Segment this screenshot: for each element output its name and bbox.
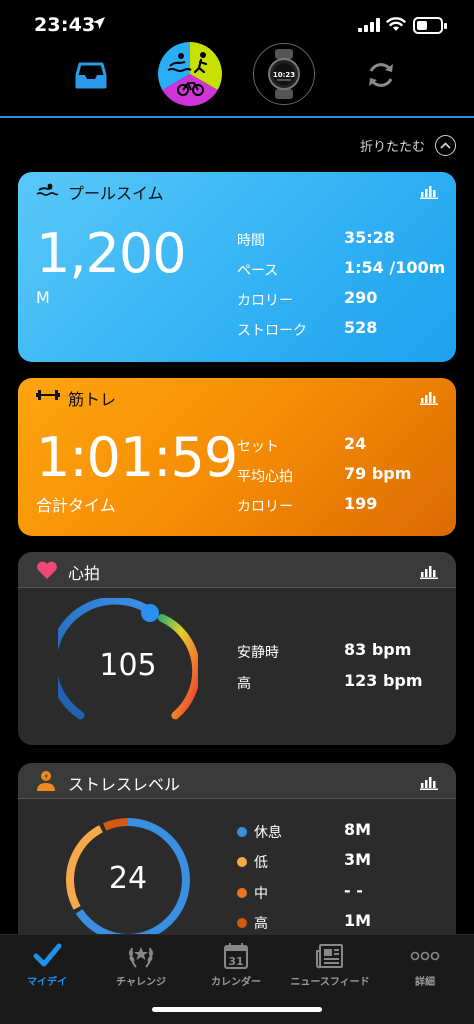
- stress-level-card[interactable]: ストレスレベル 24 休息 8M 低 3M 中 - - 高 1M: [18, 763, 456, 963]
- heart-rate-current: 105: [99, 648, 157, 683]
- swim-distance: 1,200: [36, 222, 187, 285]
- card-title: ストレスレベル: [68, 775, 181, 794]
- collapse-label: 折りたたむ: [359, 139, 425, 155]
- heart-rate-card[interactable]: 心拍 105 安静時 83 bpm 高 123 bpm: [18, 552, 456, 745]
- stat-label: 安静時: [237, 645, 279, 661]
- bar-chart-icon[interactable]: [420, 183, 438, 199]
- cellular-signal-icon: [358, 18, 380, 32]
- legend-dot-low: [237, 857, 247, 867]
- chevron-up-icon: [435, 134, 456, 156]
- stat-label: セット: [237, 439, 279, 455]
- location-arrow-icon: [93, 17, 105, 29]
- card-header: ストレスレベル: [18, 763, 456, 799]
- tab-more[interactable]: 詳細: [378, 935, 472, 995]
- laurel-icon: [129, 947, 153, 968]
- card-title: 心拍: [68, 564, 101, 583]
- bar-chart-icon[interactable]: [420, 774, 438, 790]
- stress-current: 24: [108, 861, 148, 896]
- multisport-activity-icon[interactable]: [158, 42, 222, 106]
- tab-label: ニュースフィード: [290, 977, 370, 988]
- swim-unit: M: [36, 288, 50, 307]
- stat-value: - -: [344, 881, 363, 900]
- battery-icon: [413, 17, 447, 34]
- tab-label: 詳細: [415, 977, 435, 988]
- tab-label: チャレンジ: [116, 977, 166, 988]
- tab-label: マイデイ: [27, 977, 67, 988]
- calendar-icon: 31: [224, 943, 248, 969]
- stat-value: 79 bpm: [344, 464, 412, 483]
- tab-newsfeed[interactable]: ニュースフィード: [283, 935, 377, 995]
- stat-label: 低: [254, 855, 268, 871]
- stat-value: 199: [344, 494, 378, 513]
- strength-duration-label: 合計タイム: [36, 496, 116, 515]
- strength-training-card[interactable]: 筋トレ 1:01:59 合計タイム セット 24 平均心拍 79 bpm カロリ…: [18, 378, 456, 536]
- stat-value: 35:28: [344, 228, 395, 247]
- wifi-icon: [386, 17, 406, 31]
- stat-value: 24: [344, 434, 367, 453]
- stat-label: ペース: [237, 263, 279, 279]
- dumbbell-icon: [36, 390, 60, 400]
- stat-value: 8M: [344, 820, 372, 839]
- calendar-date: 31: [228, 955, 243, 968]
- tab-my-day[interactable]: マイデイ: [0, 935, 94, 995]
- card-title: 筋トレ: [68, 390, 117, 409]
- inbox-icon[interactable]: [74, 58, 108, 92]
- stat-label: 高: [254, 916, 268, 932]
- collapse-button[interactable]: 折りたたむ: [360, 134, 456, 156]
- tab-challenges[interactable]: チャレンジ: [94, 935, 188, 995]
- strength-duration: 1:01:59: [36, 426, 238, 489]
- tab-calendar[interactable]: 31 カレンダー: [189, 935, 283, 995]
- check-icon: [33, 943, 62, 967]
- battery-level: [417, 21, 427, 30]
- stat-value: 123 bpm: [344, 671, 423, 690]
- stat-value: 1M: [344, 911, 372, 930]
- stat-label: ストローク: [237, 323, 307, 339]
- svg-text:10:23: 10:23: [272, 71, 294, 79]
- card-header: 筋トレ: [18, 378, 456, 414]
- legend-dot-rest: [237, 827, 247, 837]
- watch-device-icon[interactable]: 10:23: [253, 43, 315, 105]
- pool-swim-card[interactable]: プールスイム 1,200 M 時間 35:28 ペース 1:54 /100m カ…: [18, 172, 456, 362]
- bar-chart-icon[interactable]: [420, 563, 438, 579]
- card-header: プールスイム: [18, 172, 456, 208]
- swimmer-icon: [36, 183, 58, 196]
- top-navigation: 10:23: [0, 40, 474, 118]
- heart-icon: [37, 561, 57, 579]
- card-title: プールスイム: [68, 184, 164, 203]
- status-time: 23:43: [34, 14, 96, 36]
- stat-value: 3M: [344, 850, 372, 869]
- bar-chart-icon[interactable]: [420, 389, 438, 405]
- home-indicator: [152, 1007, 322, 1012]
- stat-label: カロリー: [237, 293, 293, 309]
- stat-label: 休息: [254, 825, 282, 841]
- legend-dot-medium: [237, 888, 247, 898]
- newsfeed-icon: [316, 944, 343, 969]
- stat-value: 1:54 /100m: [344, 258, 446, 277]
- more-icon: [410, 951, 440, 961]
- stat-label: 平均心拍: [237, 469, 293, 485]
- stat-value: 83 bpm: [344, 640, 412, 659]
- stat-label: 中: [254, 886, 268, 902]
- stat-label: 高: [237, 676, 251, 692]
- stress-person-icon: [37, 771, 55, 791]
- stat-label: カロリー: [237, 499, 293, 515]
- stat-label: 時間: [237, 233, 265, 249]
- sync-icon[interactable]: [364, 58, 398, 92]
- tab-label: カレンダー: [211, 977, 261, 988]
- legend-dot-high: [237, 918, 247, 928]
- card-header: 心拍: [18, 552, 456, 588]
- stat-value: 528: [344, 318, 378, 337]
- stat-value: 290: [344, 288, 378, 307]
